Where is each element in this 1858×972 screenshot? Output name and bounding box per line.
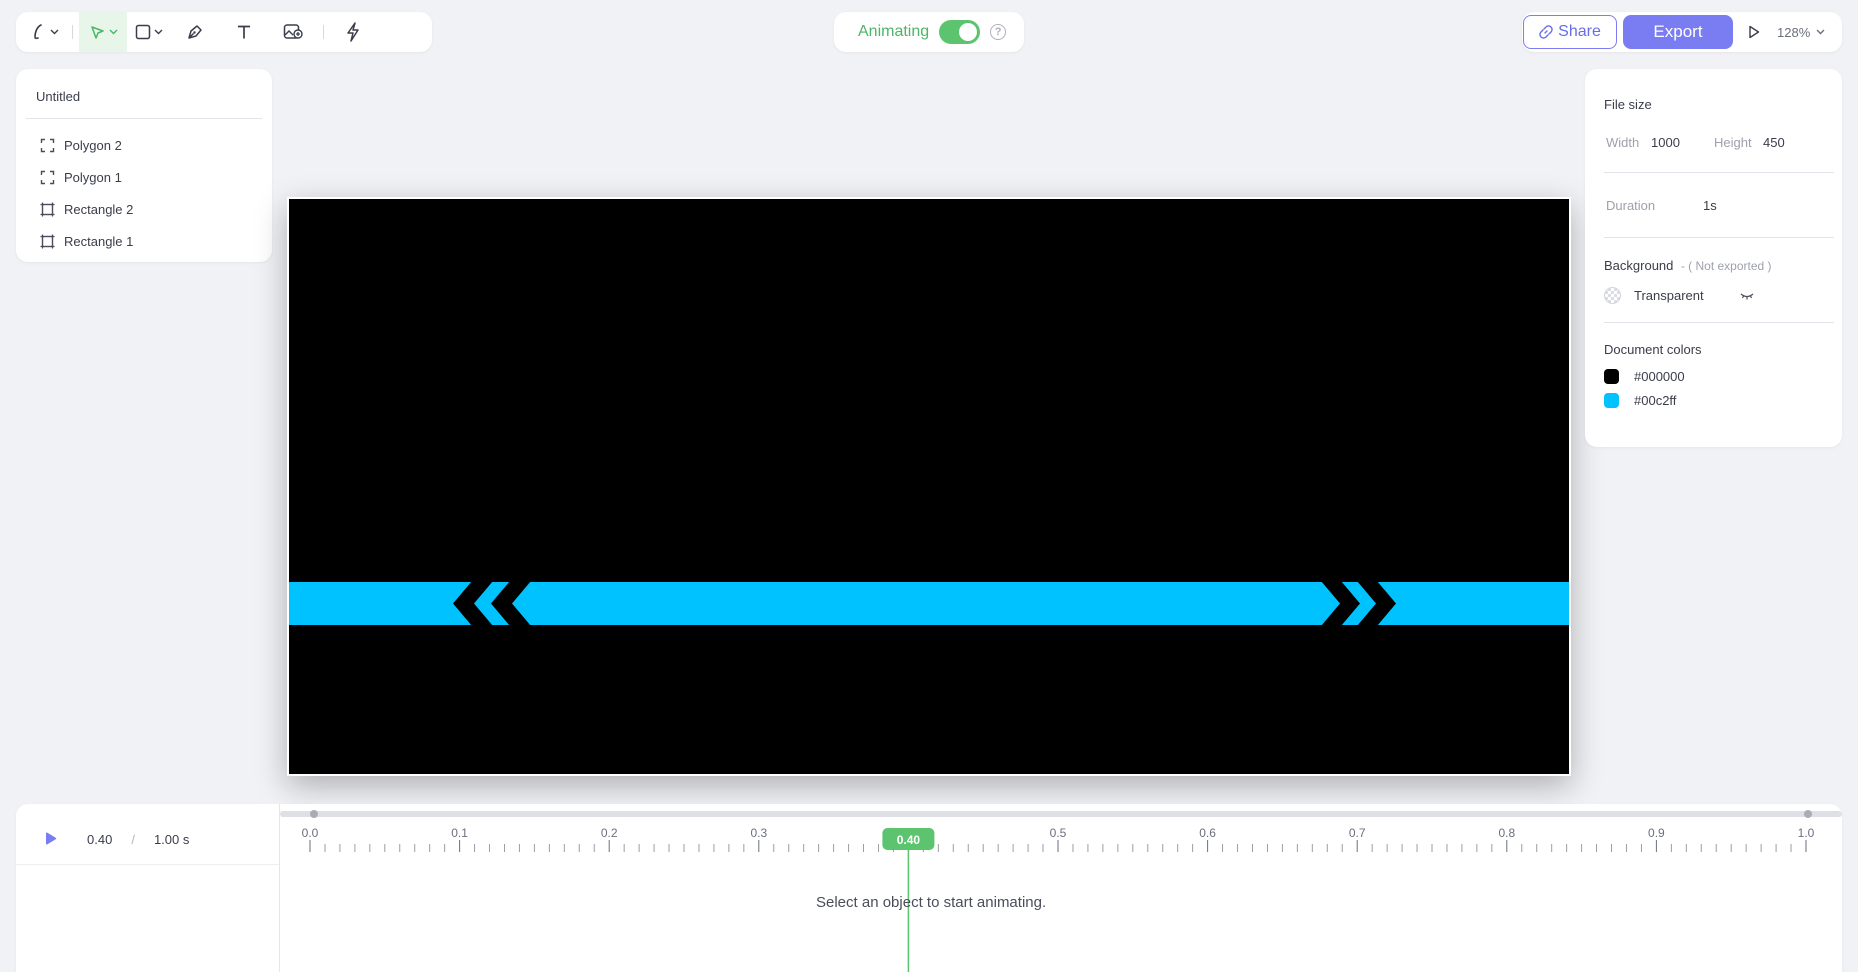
animating-label: Animating	[858, 23, 930, 40]
height-input[interactable]: 450	[1763, 135, 1785, 150]
duration-label: Duration	[1606, 197, 1656, 213]
header-actions: Share Export 128%	[1522, 12, 1842, 52]
pencil-icon	[34, 24, 42, 40]
ruler-tick-label: 0.3	[750, 826, 767, 840]
scrollbar-handle-start[interactable]	[310, 810, 318, 818]
pencil-tool[interactable]	[24, 12, 66, 52]
time-separator: /	[131, 831, 135, 847]
toolbar-divider	[72, 25, 73, 39]
timeline-ruler[interactable]: 0.00.10.20.30.40.50.60.70.80.91.0 0.40	[280, 804, 1842, 972]
color-hex: #00c2ff	[1634, 393, 1677, 408]
toolbar-divider	[323, 25, 324, 39]
image-add-icon	[283, 24, 303, 39]
timeline-panel: 0.40 / 1.00 s 0.00.10.20.30.40.50.60.70.…	[16, 804, 1842, 972]
layer-label: Polygon 2	[64, 137, 122, 153]
chevron-down-icon	[50, 29, 59, 35]
ruler-tick-label: 0.2	[601, 826, 618, 840]
layer-item-rectangle-2[interactable]: Rectangle 2	[26, 193, 262, 225]
eye-closed-icon[interactable]	[1740, 292, 1754, 300]
cursor-icon	[90, 25, 104, 39]
canvas-background	[289, 199, 1569, 774]
chevron-down-icon	[1816, 29, 1825, 35]
timeline-scrollbar[interactable]	[280, 811, 1842, 817]
play-icon	[1749, 25, 1760, 39]
total-duration[interactable]: 1.00 s	[154, 832, 189, 847]
scrollbar-handle-end[interactable]	[1804, 810, 1812, 818]
zoom-select[interactable]: 128%	[1777, 25, 1825, 40]
document-colors-title: Document colors	[1604, 342, 1702, 357]
toggle-knob	[959, 23, 978, 41]
layer-item-rectangle-1[interactable]: Rectangle 1	[26, 225, 262, 257]
chevron-down-icon	[109, 29, 117, 35]
playhead-label: 0.40	[897, 833, 921, 847]
chevron-down-icon	[154, 29, 163, 35]
preview-play-button[interactable]	[1739, 15, 1769, 49]
timeline-divider-h	[16, 864, 280, 865]
file-size-title: File size	[1604, 97, 1652, 112]
document-title[interactable]: Untitled	[26, 89, 262, 119]
layer-label: Polygon 1	[64, 169, 122, 185]
width-input[interactable]: 1000	[1651, 135, 1714, 150]
layer-label: Rectangle 1	[64, 233, 134, 249]
link-icon	[1539, 25, 1553, 39]
ruler-tick-label: 0.7	[1349, 826, 1366, 840]
rectangle-icon	[40, 234, 55, 248]
duration-input[interactable]: 1s	[1703, 198, 1717, 213]
lightning-icon	[347, 22, 359, 42]
artboard-canvas[interactable]	[287, 197, 1571, 776]
layer-item-polygon-2[interactable]: Polygon 2	[26, 129, 262, 161]
transparent-swatch[interactable]	[1604, 287, 1621, 304]
share-button[interactable]: Share	[1523, 15, 1617, 49]
text-icon	[238, 25, 250, 39]
layer-label: Rectangle 2	[64, 201, 134, 217]
polygon-icon	[40, 170, 55, 184]
ruler-tick-label: 0.0	[302, 826, 319, 840]
height-label: Height	[1714, 135, 1752, 150]
square-icon	[135, 24, 151, 40]
shape-tool[interactable]	[127, 12, 171, 52]
width-label: Width	[1606, 135, 1640, 150]
layers-panel: Untitled Polygon 2 Polygon 1 Rectangle 2…	[16, 69, 272, 262]
background-note: - ( Not exported )	[1680, 259, 1772, 273]
ruler-tick-label: 0.6	[1199, 826, 1216, 840]
layer-item-polygon-1[interactable]: Polygon 1	[26, 161, 262, 193]
color-swatch-cyan[interactable]	[1604, 393, 1619, 408]
lightning-tool[interactable]	[330, 12, 376, 52]
background-value[interactable]: Transparent	[1634, 288, 1740, 303]
background-title: Background	[1604, 258, 1674, 273]
ruler-tick-label: 1.0	[1798, 826, 1815, 840]
ruler-tick-label: 0.9	[1648, 826, 1665, 840]
color-hex: #000000	[1634, 369, 1685, 384]
select-tool[interactable]	[79, 12, 127, 52]
share-label: Share	[1558, 23, 1601, 40]
play-icon[interactable]	[42, 831, 58, 847]
zoom-value: 128%	[1777, 24, 1811, 40]
ruler-tick-label: 0.1	[451, 826, 468, 840]
help-icon[interactable]: ?	[990, 24, 1006, 40]
text-tool[interactable]	[219, 12, 269, 52]
animating-toggle[interactable]	[939, 20, 981, 44]
pen-icon	[188, 25, 202, 39]
rectangle-icon	[40, 202, 55, 216]
ruler-tick-label: 0.5	[1050, 826, 1067, 840]
polygon-icon	[40, 138, 55, 152]
properties-panel: File size Width 1000 Height 450 Duration…	[1585, 69, 1842, 447]
image-tool[interactable]	[269, 12, 317, 52]
color-swatch-black[interactable]	[1604, 369, 1619, 384]
export-button[interactable]: Export	[1623, 15, 1733, 49]
animating-control: Animating ?	[834, 12, 1024, 52]
toolbar	[16, 12, 432, 52]
current-time: 0.40	[87, 831, 113, 847]
pen-tool[interactable]	[171, 12, 219, 52]
ruler-tick-label: 0.8	[1498, 826, 1515, 840]
empty-state-message: Select an object to start animating.	[816, 894, 1047, 911]
